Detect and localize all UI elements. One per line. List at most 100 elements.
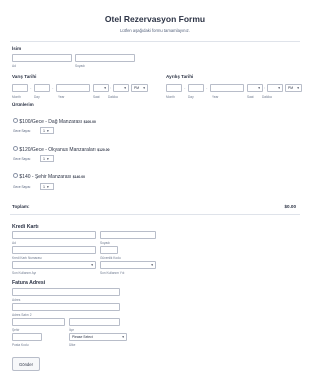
total-label: Toplam: (12, 204, 30, 209)
card-cvv-sublabel: Güvenlik Kodu (100, 256, 121, 260)
chevron-down-icon: ▾ (278, 86, 280, 90)
product-item[interactable]: $120/Gece - Okyanus Manzaraları $120.00 (13, 146, 109, 153)
departure-hour-sep: : (264, 85, 266, 90)
arrival-hour-sep: : (110, 85, 112, 90)
form-title: Otel Rezervasyon Formu (104, 14, 206, 24)
card-first-name-sublabel: Ad (12, 241, 16, 245)
arrival-day-sublabel: Day (34, 95, 40, 99)
nights-value: 1 (43, 129, 45, 133)
card-exp-year-sublabel: Son Kullanım Yılı (100, 271, 125, 275)
arrival-year-input[interactable] (56, 84, 90, 92)
address-input[interactable] (12, 288, 120, 296)
departure-month-sublabel: Month (166, 95, 175, 99)
departure-hour-sublabel: Saat (247, 95, 254, 99)
departure-sep-1: - (184, 85, 186, 90)
product-price: $120.00 (97, 148, 110, 152)
city-input[interactable] (12, 318, 65, 326)
nights-label: Gece Sayısı (13, 185, 31, 189)
card-last-name-input[interactable] (100, 231, 156, 239)
zip-sublabel: Posta Kodu (12, 343, 29, 347)
product-item[interactable]: $140 - Şehir Manzarası $140.00 (13, 173, 85, 180)
departure-label: Ayrılış Tarihi (166, 74, 194, 79)
chevron-down-icon: ▾ (47, 129, 49, 133)
arrival-ampm-select[interactable]: PM ▾ (131, 84, 148, 92)
card-number-input[interactable] (12, 246, 96, 254)
arrival-ampm-value: PM (134, 86, 140, 90)
card-exp-month-sublabel: Son Kullanım Ayı (12, 271, 37, 275)
arrival-minute-select[interactable]: ▾ (113, 84, 129, 92)
arrival-day-input[interactable] (34, 84, 50, 92)
nights-select[interactable]: 1 ▾ (40, 155, 54, 162)
address2-sublabel: Adres Satırı 2 (12, 313, 32, 317)
submit-button[interactable]: Gönder (12, 357, 40, 371)
billing-title: Fatura Adresi (12, 280, 46, 286)
first-name-sublabel: Ad (12, 64, 16, 68)
nights-value: 1 (43, 185, 45, 189)
departure-year-input[interactable] (210, 84, 244, 92)
country-select[interactable]: Please Select ▾ (69, 333, 127, 341)
card-last-name-sublabel: Soyadı (100, 241, 110, 245)
arrival-year-sublabel: Year (58, 95, 65, 99)
arrival-label: Varış Tarihi (12, 74, 37, 79)
chevron-down-icon: ▾ (47, 157, 49, 161)
arrival-hour-select[interactable]: ▾ (93, 84, 109, 92)
chevron-down-icon: ▾ (124, 86, 126, 90)
arrival-sep-1: - (30, 85, 32, 90)
product-label: $140 - Şehir Manzarası (19, 174, 72, 180)
arrival-sep-2: - (52, 85, 54, 90)
card-exp-month-select[interactable]: ▾ (12, 261, 96, 269)
arrival-month-sublabel: Month (12, 95, 21, 99)
header-divider (10, 41, 300, 42)
departure-minute-select[interactable]: ▾ (267, 84, 283, 92)
nights-select[interactable]: 1 ▾ (40, 183, 54, 190)
nights-label: Gece Sayısı (13, 129, 31, 133)
arrival-month-input[interactable] (12, 84, 28, 92)
last-name-sublabel: Soyadı (75, 64, 85, 68)
name-label: İsim (12, 46, 22, 51)
departure-month-input[interactable] (166, 84, 182, 92)
city-sublabel: Şehir (12, 328, 20, 332)
departure-day-input[interactable] (188, 84, 204, 92)
departure-minute-sublabel: Dakika (262, 95, 272, 99)
chevron-down-icon: ▾ (47, 185, 49, 189)
arrival-hour-sublabel: Saat (93, 95, 100, 99)
country-sublabel: Ülke (69, 343, 76, 347)
departure-sep-2: - (206, 85, 208, 90)
departure-hour-select[interactable]: ▾ (247, 84, 263, 92)
state-sublabel: İlçe (69, 328, 74, 332)
departure-ampm-select[interactable]: PM ▾ (285, 84, 302, 92)
nights-value: 1 (43, 157, 45, 161)
product-price: $100.00 (83, 120, 96, 124)
nights-select[interactable]: 1 ▾ (40, 127, 54, 134)
product-label: $120/Gece - Okyanus Manzaraları (19, 147, 96, 153)
product-label: $100/Gece - Dağ Manzarası (19, 119, 83, 125)
address2-input[interactable] (12, 303, 120, 311)
chevron-down-icon: ▾ (143, 86, 145, 90)
first-name-input[interactable] (12, 54, 72, 62)
radio-button[interactable] (13, 146, 18, 151)
form-subtitle: Lütfen aşağıdaki formu tamamlayınız. (120, 28, 190, 33)
state-input[interactable] (69, 318, 120, 326)
total-value: $0.00 (284, 204, 297, 209)
products-label: Ürünlerim (12, 102, 34, 107)
credit-card-title: Kredi Kartı (12, 224, 39, 230)
radio-button[interactable] (13, 173, 18, 178)
last-name-input[interactable] (75, 54, 135, 62)
total-divider (10, 214, 300, 215)
chevron-down-icon: ▾ (91, 263, 93, 267)
country-select-value: Please Select (72, 335, 93, 339)
departure-ampm-value: PM (288, 86, 294, 90)
arrival-minute-sublabel: Dakika (108, 95, 118, 99)
card-cvv-input[interactable] (100, 246, 118, 254)
card-first-name-input[interactable] (12, 231, 96, 239)
zip-input[interactable] (12, 333, 42, 341)
product-item[interactable]: $100/Gece - Dağ Manzarası $100.00 (13, 118, 96, 125)
chevron-down-icon: ▾ (258, 86, 260, 90)
card-exp-year-select[interactable]: ▾ (100, 261, 156, 269)
nights-label: Gece Sayısı (13, 157, 31, 161)
radio-button[interactable] (13, 118, 18, 123)
product-price: $140.00 (72, 175, 86, 179)
departure-year-sublabel: Year (212, 95, 219, 99)
chevron-down-icon: ▾ (122, 335, 124, 339)
address-sublabel: Adres (12, 298, 21, 302)
